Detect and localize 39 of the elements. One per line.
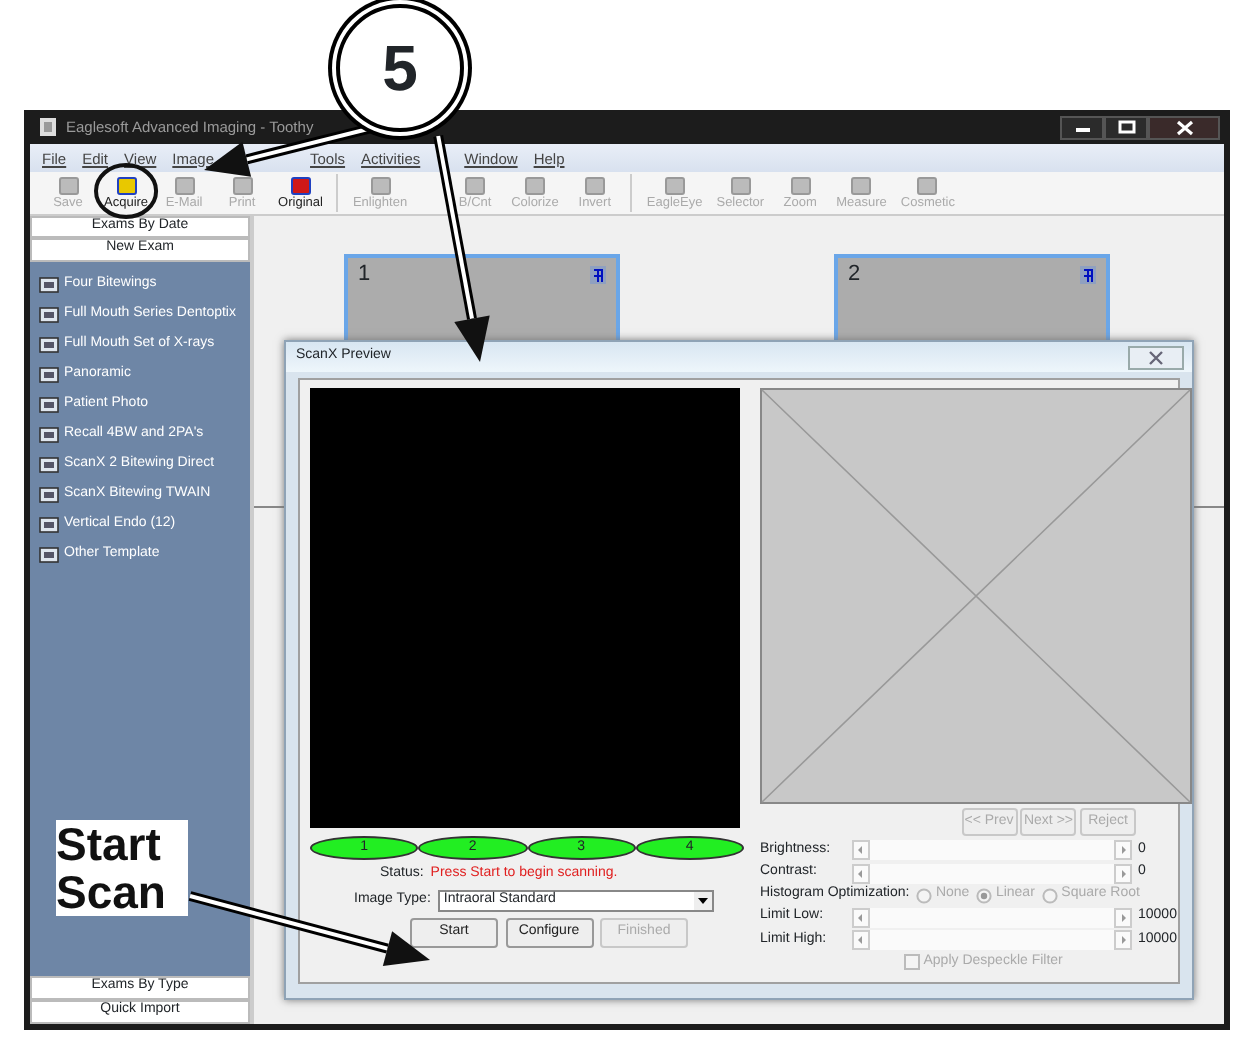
tooth-icon — [590, 266, 606, 284]
callout-label: Start Scan — [56, 820, 188, 916]
close-icon — [1148, 349, 1164, 365]
square-icon — [231, 175, 254, 196]
square-icon — [57, 175, 79, 196]
slot-number: 1 — [358, 262, 371, 286]
exam-icon — [38, 364, 60, 386]
exam-icon — [38, 424, 60, 446]
square-icon — [729, 175, 752, 196]
square-icon — [789, 175, 812, 196]
maximize-button[interactable] — [1104, 115, 1149, 139]
exam-icon — [38, 334, 60, 356]
highlight-circle — [94, 163, 159, 219]
square-icon — [464, 175, 487, 196]
exam-icon — [38, 454, 60, 476]
dropdown-arrow-icon — [693, 891, 712, 910]
close-icon — [1175, 119, 1194, 135]
slot-number: 2 — [848, 262, 861, 286]
square-icon — [369, 175, 391, 196]
square-icon — [115, 175, 138, 196]
exam-icon — [38, 484, 60, 506]
app-icon — [38, 116, 58, 138]
maximize-icon — [1117, 120, 1136, 134]
square-icon — [523, 175, 546, 196]
exam-icon — [38, 544, 60, 566]
square-icon — [916, 175, 939, 196]
square-icon — [173, 175, 196, 196]
minimize-button[interactable] — [1060, 115, 1105, 139]
exam-icon — [38, 394, 60, 416]
square-icon — [583, 175, 606, 196]
close-button[interactable] — [1148, 115, 1221, 139]
tooth-icon — [1080, 266, 1096, 284]
square-icon — [289, 175, 312, 196]
square-icon — [850, 175, 873, 196]
square-icon — [663, 175, 686, 196]
dialog-close-button[interactable] — [1128, 345, 1184, 369]
exam-icon — [38, 514, 60, 536]
exam-icon — [38, 304, 60, 326]
exam-icon — [38, 274, 60, 296]
